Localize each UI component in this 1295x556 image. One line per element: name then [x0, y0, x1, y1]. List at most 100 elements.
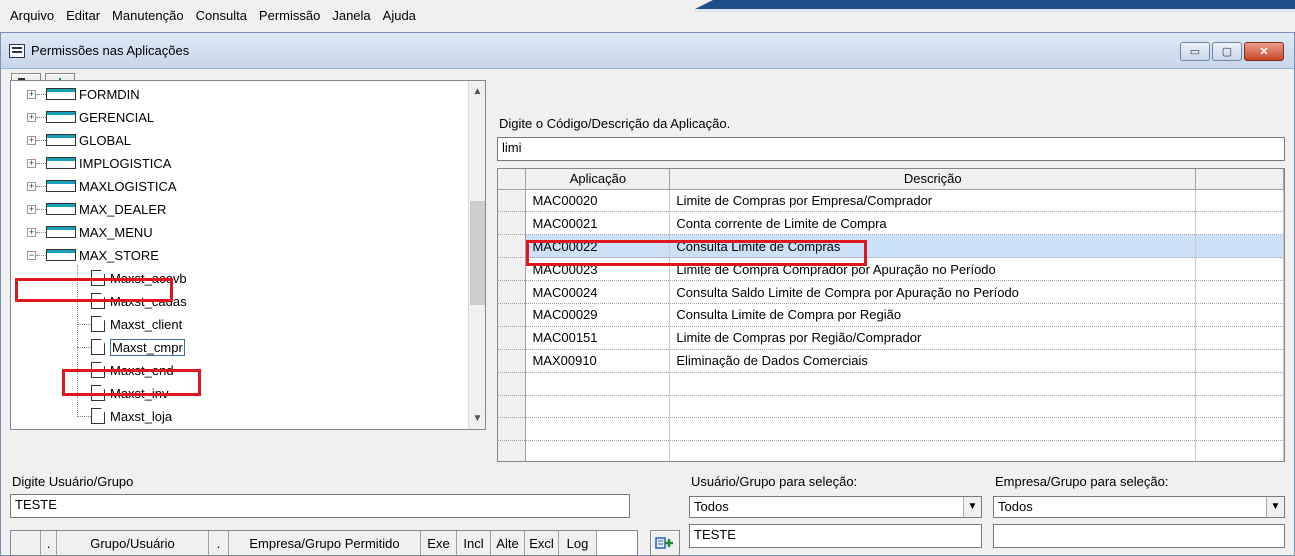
tree-item-formdin[interactable]: + FORMDIN	[11, 83, 140, 105]
row-indicator[interactable]	[498, 280, 527, 304]
row-indicator[interactable]	[498, 189, 527, 213]
row-indicator[interactable]	[498, 395, 527, 419]
tree-child-maxst-acovb[interactable]: Maxst_acovb	[11, 267, 187, 289]
minimize-button[interactable]: ▭	[1180, 42, 1210, 61]
menu-manutencao[interactable]: Manutenção	[106, 8, 190, 23]
table-row[interactable]	[498, 372, 1284, 396]
tree-item-implogistica[interactable]: + IMPLOGISTICA	[11, 152, 171, 174]
table-row[interactable]: MAC00020 Limite de Compras por Empresa/Co…	[498, 189, 1284, 213]
cell-descricao[interactable]: Eliminação de Dados Comerciais	[669, 349, 1197, 373]
row-indicator[interactable]	[498, 303, 527, 327]
tree-item-max-dealer[interactable]: + MAX_DEALER	[11, 198, 166, 220]
row-indicator[interactable]	[498, 372, 527, 396]
menu-arquivo[interactable]: Arquivo	[4, 8, 60, 23]
perm-col-empresa-grupo[interactable]: Empresa/Grupo Permitido	[229, 531, 421, 555]
tree-item-maxlogistica[interactable]: + MAXLOGISTICA	[11, 175, 177, 197]
menu-ajuda[interactable]: Ajuda	[377, 8, 422, 23]
cell-aplicacao[interactable]: MAC00024	[525, 280, 671, 304]
tree-item-max-store[interactable]: − MAX_STORE	[11, 244, 159, 266]
perm-col-dot-2[interactable]: .	[209, 531, 229, 555]
table-row[interactable]: MAC00024 Consulta Saldo Limite de Compra …	[498, 280, 1284, 304]
cell-descricao[interactable]: Consulta Saldo Limite de Compra por Apur…	[669, 280, 1197, 304]
column-header-descricao[interactable]: Descrição	[669, 169, 1197, 190]
applications-grid[interactable]: Aplicação Descrição MAC00020 Limite de Co…	[497, 168, 1285, 462]
cell-aplicacao[interactable]	[525, 372, 671, 396]
table-row[interactable]	[498, 417, 1284, 442]
tree-item-global[interactable]: + GLOBAL	[11, 129, 131, 151]
menu-editar[interactable]: Editar	[60, 8, 106, 23]
company-group-text[interactable]	[993, 524, 1285, 548]
table-row[interactable]: MAC00029 Consulta Limite de Compra por Re…	[498, 303, 1284, 327]
tree-item-max-menu[interactable]: + MAX_MENU	[11, 221, 153, 243]
column-header-aplicacao[interactable]: Aplicação	[525, 169, 671, 190]
add-permission-button[interactable]	[650, 530, 680, 556]
expand-icon[interactable]: +	[27, 204, 36, 214]
table-row[interactable]: MAC00023 Limite de Compra Comprador por A…	[498, 257, 1284, 282]
cell-descricao[interactable]: Consulta Limite de Compras	[669, 234, 1197, 259]
table-row[interactable]: MAC00151 Limite de Compras por Região/Com…	[498, 326, 1284, 350]
cell-aplicacao[interactable]	[525, 417, 671, 442]
perm-col-excl[interactable]: Excl	[525, 531, 559, 555]
tree-child-maxst-client[interactable]: Maxst_client	[11, 313, 182, 335]
user-group-select[interactable]: Todos ▼	[689, 496, 982, 518]
cell-aplicacao[interactable]: MAC00020	[525, 189, 671, 213]
perm-col-alte[interactable]: Alte	[491, 531, 525, 555]
cell-aplicacao[interactable]: MAC00022	[525, 234, 671, 259]
row-indicator[interactable]	[498, 326, 527, 350]
tree-item-gerencial[interactable]: + GERENCIAL	[11, 106, 154, 128]
expand-icon[interactable]: +	[27, 135, 36, 145]
collapse-icon[interactable]: −	[27, 250, 36, 260]
perm-col-grupo-usuario[interactable]: Grupo/Usuário	[57, 531, 209, 555]
tree-scrollbar[interactable]: ▲ ▼	[468, 81, 485, 429]
tree-child-maxst-cmpr[interactable]: Maxst_cmpr	[11, 336, 185, 358]
row-indicator[interactable]	[498, 417, 527, 442]
table-row[interactable]	[498, 440, 1284, 461]
scroll-down-icon[interactable]: ▼	[469, 410, 485, 427]
cell-descricao[interactable]: Limite de Compras por Empresa/Comprador	[669, 189, 1197, 213]
tree-child-label-editing[interactable]: Maxst_cmpr	[110, 338, 185, 356]
cell-descricao[interactable]	[669, 372, 1197, 396]
scroll-thumb[interactable]	[470, 201, 485, 305]
cell-aplicacao[interactable]: MAC00029	[525, 303, 671, 327]
company-group-select[interactable]: Todos ▼	[993, 496, 1285, 518]
perm-col-exe[interactable]: Exe	[421, 531, 457, 555]
menu-janela[interactable]: Janela	[326, 8, 376, 23]
table-row[interactable]: MAX00910 Eliminação de Dados Comerciais	[498, 349, 1284, 373]
row-indicator[interactable]	[498, 257, 527, 282]
table-row[interactable]: MAC00021 Conta corrente de Limite de Comp…	[498, 211, 1284, 236]
row-indicator[interactable]	[498, 234, 527, 259]
cell-descricao[interactable]	[669, 440, 1197, 461]
menu-permissao[interactable]: Permissão	[253, 8, 326, 23]
expand-icon[interactable]: +	[27, 89, 36, 99]
search-input[interactable]: limi	[497, 137, 1285, 161]
cell-aplicacao[interactable]	[525, 395, 671, 419]
cell-aplicacao[interactable]: MAC00023	[525, 257, 671, 282]
user-input[interactable]: TESTE	[10, 494, 630, 518]
cell-descricao[interactable]	[669, 417, 1197, 442]
chevron-down-icon[interactable]: ▼	[963, 497, 981, 517]
expand-icon[interactable]: +	[27, 158, 36, 168]
cell-descricao[interactable]: Limite de Compra Comprador por Apuração …	[669, 257, 1197, 282]
cell-descricao[interactable]: Consulta Limite de Compra por Região	[669, 303, 1197, 327]
cell-aplicacao[interactable]: MAC00151	[525, 326, 671, 350]
table-row[interactable]: MAC00022 Consulta Limite de Compras	[498, 234, 1284, 259]
tree-child-maxst-inv[interactable]: Maxst_inv	[11, 382, 169, 404]
row-indicator[interactable]	[498, 211, 527, 236]
permissions-grid[interactable]: . Grupo/Usuário . Empresa/Grupo Permitid…	[10, 530, 638, 556]
cell-aplicacao[interactable]	[525, 440, 671, 461]
cell-descricao[interactable]: Limite de Compras por Região/Comprador	[669, 326, 1197, 350]
tree-child-maxst-end[interactable]: Maxst_end	[11, 359, 174, 381]
cell-descricao[interactable]	[669, 395, 1197, 419]
applications-tree[interactable]: + FORMDIN + GERENCIAL + GLOBAL + IMPLOGI…	[10, 80, 486, 430]
perm-col-incl[interactable]: Incl	[457, 531, 491, 555]
tree-child-maxst-cadas[interactable]: Maxst_cadas	[11, 290, 187, 312]
tree-child-maxst-loja[interactable]: Maxst_loja	[11, 405, 172, 427]
table-row[interactable]	[498, 395, 1284, 419]
perm-col-log[interactable]: Log	[559, 531, 597, 555]
row-indicator[interactable]	[498, 349, 527, 373]
cell-aplicacao[interactable]: MAC00021	[525, 211, 671, 236]
row-indicator[interactable]	[498, 440, 527, 461]
cell-descricao[interactable]: Conta corrente de Limite de Compra	[669, 211, 1197, 236]
expand-icon[interactable]: +	[27, 112, 36, 122]
expand-icon[interactable]: +	[27, 227, 36, 237]
